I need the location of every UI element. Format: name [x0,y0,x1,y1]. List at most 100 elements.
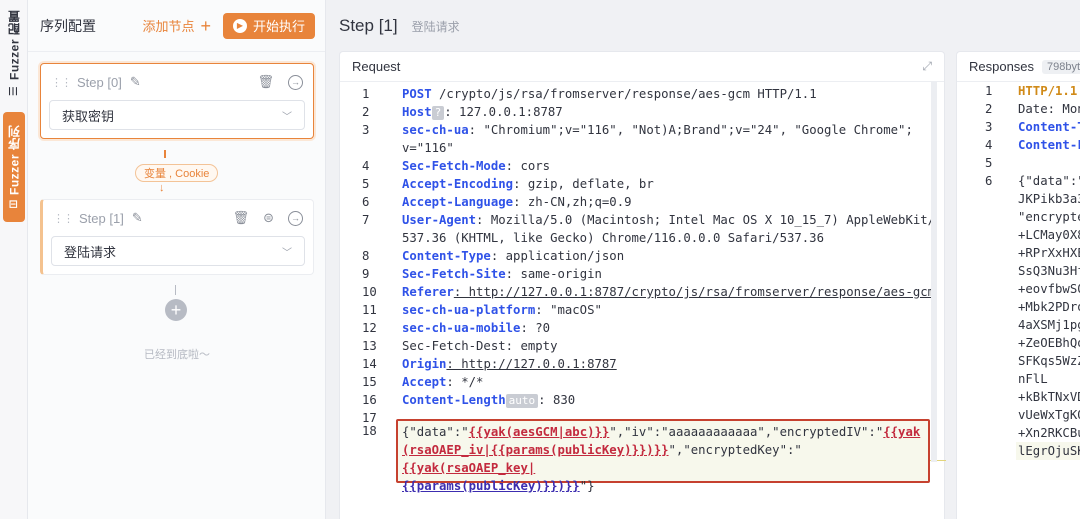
response-line: JKPikb3a3 [1018,192,1080,206]
header-value: : */* [446,375,484,389]
response-line: +eovfbwS0 [1018,282,1080,296]
header-key: Sec-Fetch-Site [402,267,506,281]
line-number: 6 [362,195,370,209]
add-node-label: 添加节点 [142,19,195,34]
line-number: 4 [362,159,370,173]
sequence-panel: 序列配置 添加节点 + ▶ 开始执行 ⋮⋮ Step [0] ✎ 🗑 → 获取密… [28,0,326,519]
step-card-1[interactable]: ⋮⋮ Step [1] ✎ 🗑 ⊜ → 登陆请求 ﹀ [40,199,314,275]
header-value: : cors [505,159,551,173]
step-request-select[interactable]: 获取密钥 ﹀ [49,100,305,130]
line-number: 1 [985,84,993,98]
request-line: Sec-Fetch-Mode: cors [402,159,930,173]
line-number: 7 [362,213,370,227]
request-line: POST /crypto/js/rsa/fromserver/response/… [402,87,930,101]
request-line: Referer: http://127.0.0.1:8787/crypto/js… [402,285,935,299]
line-text: /crypto/js/rsa/fromserver/response/aes-g… [431,87,817,101]
header-value: : Mozilla/5.0 (Macintosh; Intel Mac OS X… [476,213,936,227]
response-line: HTTP/1.1 200 OK [1018,84,1078,98]
body-tag: {{yak(rsaOAEP_key| [402,461,536,475]
body-text: ","encryptedKey":" [668,443,802,457]
sequence-title: 序列配置 [40,17,96,34]
response-line: SsQ3Nu3Hf [1018,264,1080,278]
header-key: sec-ch-ua [402,123,469,137]
line-number: 4 [985,138,993,152]
response-line: {"data":" [1018,174,1080,188]
chevron-down-icon: ﹀ [282,247,292,259]
request-title: Request [352,59,401,74]
start-run-button[interactable]: ▶ 开始执行 [222,12,315,39]
line-number: 2 [362,105,370,119]
line-number: 3 [985,120,993,134]
arrow-right-circle-icon[interactable]: → [288,210,303,226]
header-key: sec-ch-ua-platform [402,303,536,317]
request-line: 537.36 (KHTML, like Gecko) Chrome/116.0.… [402,231,930,245]
request-line: v="116" [402,141,930,155]
edit-icon[interactable]: ✎ [132,210,143,226]
sliders-icon: ☰ [7,85,21,98]
step-request-select[interactable]: 登陆请求 ﹀ [51,236,305,266]
connector-line [175,285,176,295]
add-node-button[interactable]: 添加节点 + [142,16,211,35]
response-line: Content-Type [1018,120,1080,134]
step-subtitle: 登陆请求 [411,19,460,34]
hint-badge[interactable]: auto [505,394,539,408]
tab-fuzzer-config[interactable]: ☰ Fuzzer 配置 [3,6,25,102]
request-line: sec-ch-ua: "Chromium";v="116", "Not)A;Br… [402,123,930,137]
header-value: : 127.0.0.1:8787 [444,105,563,119]
header-key: Content-Length [402,393,506,407]
body-tag: {{yak [883,425,921,439]
drag-handle-icon[interactable]: ⋮⋮ [51,76,72,89]
header-value: : zh-CN,zh;q=0.9 [513,195,632,209]
line-number: 6 [985,174,993,188]
trash-icon[interactable]: 🗑 [233,210,250,226]
header-value: : "macOS" [535,303,602,317]
header-value: : application/json [490,249,625,263]
hint-badge[interactable]: ? [431,106,445,120]
arrow-right-circle-icon[interactable]: → [288,74,303,90]
line-number: 5 [362,177,370,191]
body-text: "} [579,479,595,493]
left-tab-strip: ☰ Fuzzer 配置 ⊟ Fuzzer 序列 [0,0,28,519]
body-tag: {{yak(aesGCM|abc)}} [468,425,610,439]
expand-icon[interactable]: ⤢ [922,59,932,74]
line-number: 16 [362,393,377,407]
line-number: 2 [985,102,993,116]
response-line: Content-Length [1018,138,1080,152]
body-tag: (rsaOAEP_iv|{{params(publicKey)}})}} [402,443,669,457]
line-number: 17 [362,411,377,425]
flow-icon: ⊟ [9,198,19,211]
line-number: 3 [362,123,370,137]
responses-header: Responses 798bytes [957,52,1080,82]
line-text: Sec-Fetch-Dest: empty [402,339,558,353]
header-key: Host [402,105,432,119]
body-text: {"data":" [402,425,469,439]
line-number: 9 [362,267,370,281]
line-number: 18 [362,424,377,438]
edit-icon[interactable]: ✎ [130,74,141,90]
response-line: +kBkTNxVD [1018,390,1080,404]
header-value: : http://127.0.0.1:8787/crypto/js/rsa/fr… [453,285,936,299]
request-scrollbar[interactable] [931,82,937,462]
request-line: Sec-Fetch-Site: same-origin [402,267,930,281]
header-key: User-Agent [402,213,477,227]
line-number: 15 [362,375,377,389]
main-header: Step [1] 登陆请求 [326,0,1080,52]
http-method: POST [402,87,432,101]
header-key: Accept-Language [402,195,514,209]
request-line: Accept-Language: zh-CN,zh;q=0.9 [402,195,930,209]
tab-fuzzer-config-label: Fuzzer 配置 [7,10,22,81]
drag-handle-icon[interactable]: ⋮⋮ [53,212,74,225]
body-tag: {{params(publicKey)}})}} [402,479,580,493]
response-line: vUeWxTgKO [1018,408,1080,422]
toggle-icon[interactable]: ⊜ [263,210,274,226]
request-line: Content-Type: application/json [402,249,930,263]
request-body[interactable]: {"data":"{{yak(aesGCM|abc)}}","iv":"aaaa… [402,423,926,495]
line-number: 12 [362,321,377,335]
add-step-button[interactable]: + [165,299,187,321]
request-line: Accept: */* [402,375,930,389]
variables-cookie-badge[interactable]: 变量 , Cookie [135,164,219,182]
response-line: 4aXSMj1pg [1018,318,1080,332]
trash-icon[interactable]: 🗑 [257,74,274,90]
tab-fuzzer-sequence[interactable]: ⊟ Fuzzer 序列 [3,112,25,222]
step-card-0[interactable]: ⋮⋮ Step [0] ✎ 🗑 → 获取密钥 ﹀ [40,63,314,139]
